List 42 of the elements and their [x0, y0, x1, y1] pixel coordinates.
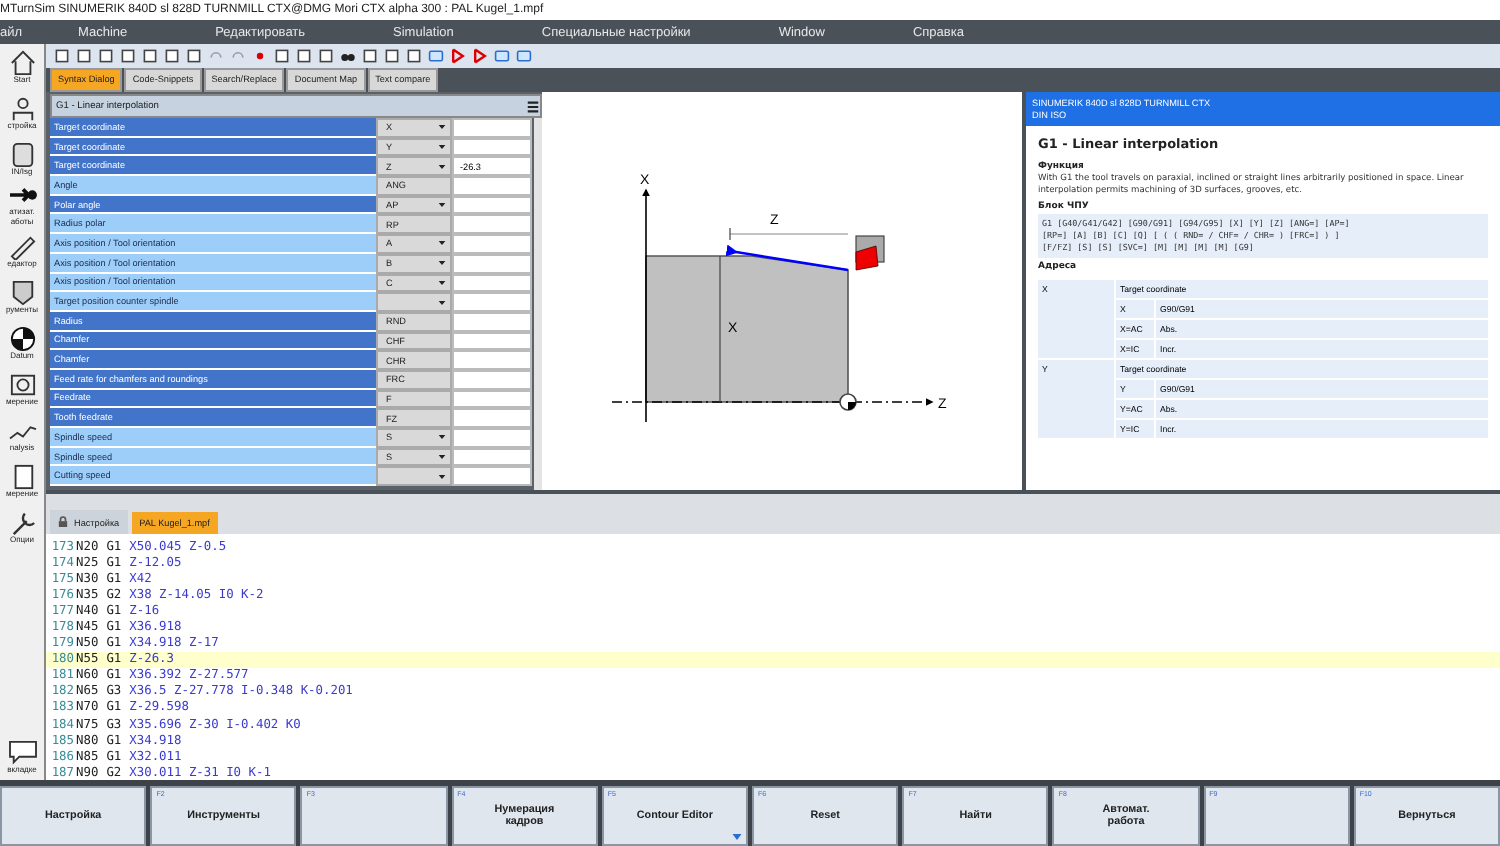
- value-field[interactable]: [452, 311, 532, 332]
- value-field[interactable]: [452, 331, 532, 351]
- address-select[interactable]: [376, 466, 452, 487]
- dropdown-arrow-icon[interactable]: [438, 202, 446, 209]
- dropdown-arrow-icon[interactable]: [438, 473, 446, 480]
- value-field[interactable]: [452, 253, 532, 273]
- person-icon: [7, 95, 37, 122]
- value-field[interactable]: [452, 118, 532, 138]
- wrench-icon: [7, 509, 37, 536]
- value-field[interactable]: [452, 408, 532, 428]
- dropdown-arrow-icon[interactable]: [438, 260, 446, 267]
- dropdown-arrow-icon[interactable]: [438, 240, 446, 247]
- scrollbar[interactable]: [534, 118, 542, 490]
- dropdown-arrow-icon[interactable]: [438, 144, 446, 151]
- dropdown-arrow-icon[interactable]: [438, 434, 446, 441]
- value-field[interactable]: [452, 234, 532, 254]
- lock-icon: [58, 516, 68, 528]
- house-icon: [7, 49, 37, 76]
- dropdown-arrow-icon[interactable]: [438, 454, 446, 461]
- value-field[interactable]: [452, 214, 532, 235]
- value-field[interactable]: [452, 389, 532, 409]
- dropdown-arrow-icon[interactable]: [438, 124, 446, 131]
- pencil-icon: [7, 233, 37, 260]
- value-field[interactable]: [452, 447, 532, 467]
- value-field[interactable]: [452, 176, 532, 196]
- value-field[interactable]: [452, 137, 532, 157]
- value-field[interactable]: [452, 350, 532, 370]
- dropdown-arrow-icon[interactable]: [438, 299, 446, 306]
- value-field[interactable]: [452, 273, 532, 293]
- value-field[interactable]: [452, 428, 532, 448]
- caret-icon: [732, 834, 743, 840]
- binoculars-icon[interactable]: [340, 48, 356, 64]
- target-icon: [7, 325, 37, 352]
- dropdown-arrow-icon[interactable]: [438, 279, 446, 286]
- record-icon[interactable]: [252, 48, 268, 64]
- speech-bubble-icon: [7, 739, 37, 766]
- value-field[interactable]: [452, 292, 532, 312]
- dropdown-arrow-icon[interactable]: [438, 163, 446, 170]
- value-field[interactable]: [452, 195, 532, 215]
- value-field[interactable]: [452, 466, 532, 487]
- menu-icon[interactable]: [526, 99, 540, 113]
- value-field[interactable]: [452, 369, 532, 390]
